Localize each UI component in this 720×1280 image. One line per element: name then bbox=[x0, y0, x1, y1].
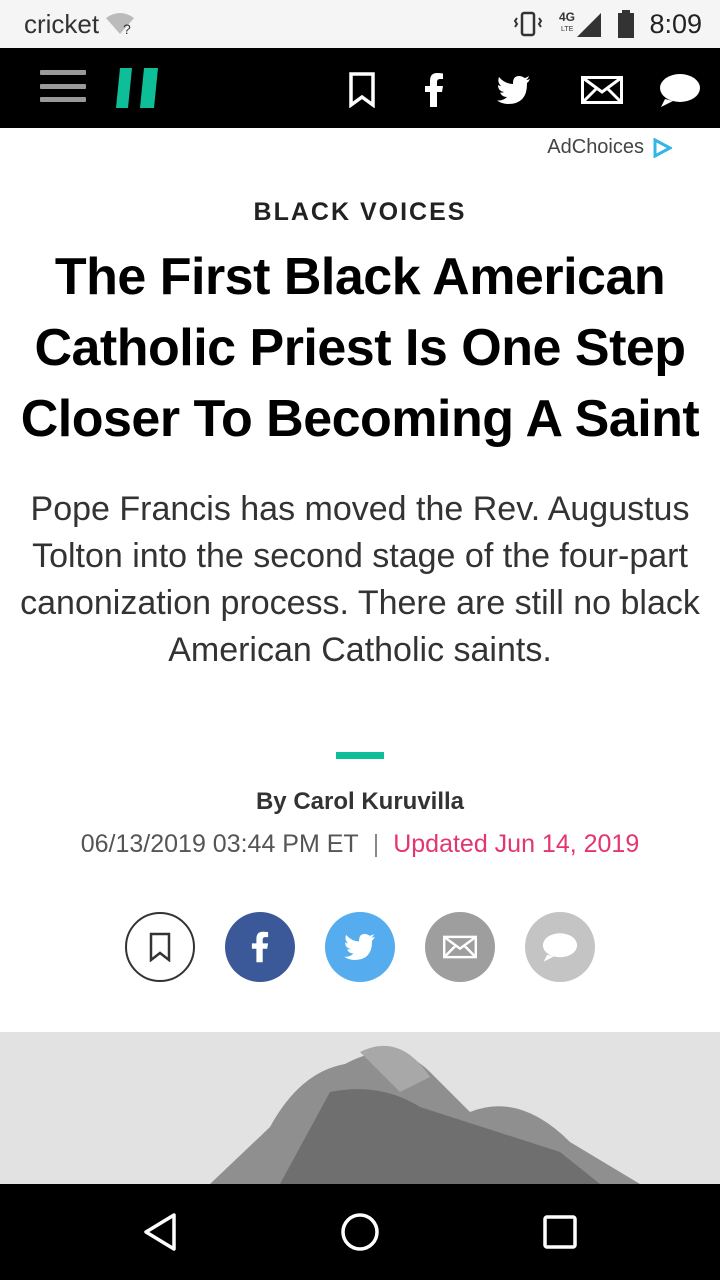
status-bar: cricket ? 4G LTE 8:09 bbox=[0, 0, 720, 48]
author-byline[interactable]: By Carol Kuruvilla bbox=[0, 788, 720, 816]
wifi-question-icon: ? bbox=[106, 13, 135, 36]
svg-text:LTE: LTE bbox=[561, 26, 574, 33]
adchoices-icon bbox=[653, 137, 672, 158]
huffpost-logo[interactable] bbox=[116, 68, 160, 108]
vibrate-icon bbox=[514, 11, 543, 37]
status-icons: 4G LTE 8:09 bbox=[513, 9, 702, 40]
updated-timestamp: Updated Jun 14, 2019 bbox=[393, 830, 640, 858]
section-label[interactable]: BLACK VOICES bbox=[0, 198, 720, 227]
email-icon bbox=[443, 935, 477, 959]
battery-icon bbox=[618, 10, 635, 38]
email-icon[interactable] bbox=[580, 70, 624, 110]
share-buttons bbox=[125, 912, 595, 982]
comment-icon bbox=[542, 933, 578, 962]
twitter-icon[interactable] bbox=[494, 70, 534, 110]
twitter-share-button[interactable] bbox=[325, 912, 395, 982]
carrier-label: cricket bbox=[24, 8, 100, 39]
facebook-icon bbox=[251, 931, 269, 963]
article-headline: The First Black American Catholic Priest… bbox=[20, 248, 700, 448]
carrier: cricket ? bbox=[24, 9, 135, 40]
date-separator: | bbox=[372, 830, 380, 858]
android-navigation-bar bbox=[0, 1184, 720, 1280]
twitter-icon bbox=[344, 934, 375, 960]
adchoices-label: AdChoices bbox=[547, 136, 644, 158]
home-icon[interactable] bbox=[336, 1208, 384, 1256]
svg-text:?: ? bbox=[123, 21, 131, 36]
back-icon[interactable] bbox=[136, 1208, 184, 1256]
comment-share-button[interactable] bbox=[525, 912, 595, 982]
article-hero-image bbox=[0, 1032, 720, 1184]
published-timestamp: 06/13/2019 03:44 PM ET bbox=[80, 830, 359, 858]
comment-icon[interactable] bbox=[658, 70, 702, 110]
bookmark-icon bbox=[149, 932, 171, 962]
article-subhead: Pope Francis has moved the Rev. Augustus… bbox=[20, 490, 700, 669]
article-dates: 06/13/2019 03:44 PM ET | Updated Jun 14, 2… bbox=[0, 830, 720, 859]
signal-icon: 4G LTE bbox=[559, 10, 602, 37]
adchoices-link[interactable]: AdChoices bbox=[547, 136, 672, 159]
email-share-button[interactable] bbox=[425, 912, 495, 982]
facebook-share-button[interactable] bbox=[225, 912, 295, 982]
top-navigation bbox=[0, 48, 720, 128]
recents-icon[interactable] bbox=[536, 1208, 584, 1256]
menu-icon[interactable] bbox=[40, 70, 86, 102]
svg-text:4G: 4G bbox=[559, 10, 575, 24]
bookmark-share-button[interactable] bbox=[125, 912, 195, 982]
facebook-icon[interactable] bbox=[414, 70, 454, 110]
accent-divider bbox=[336, 752, 384, 759]
hero-photo bbox=[0, 1032, 720, 1184]
bookmark-icon[interactable] bbox=[342, 70, 382, 110]
clock: 8:09 bbox=[649, 8, 702, 39]
